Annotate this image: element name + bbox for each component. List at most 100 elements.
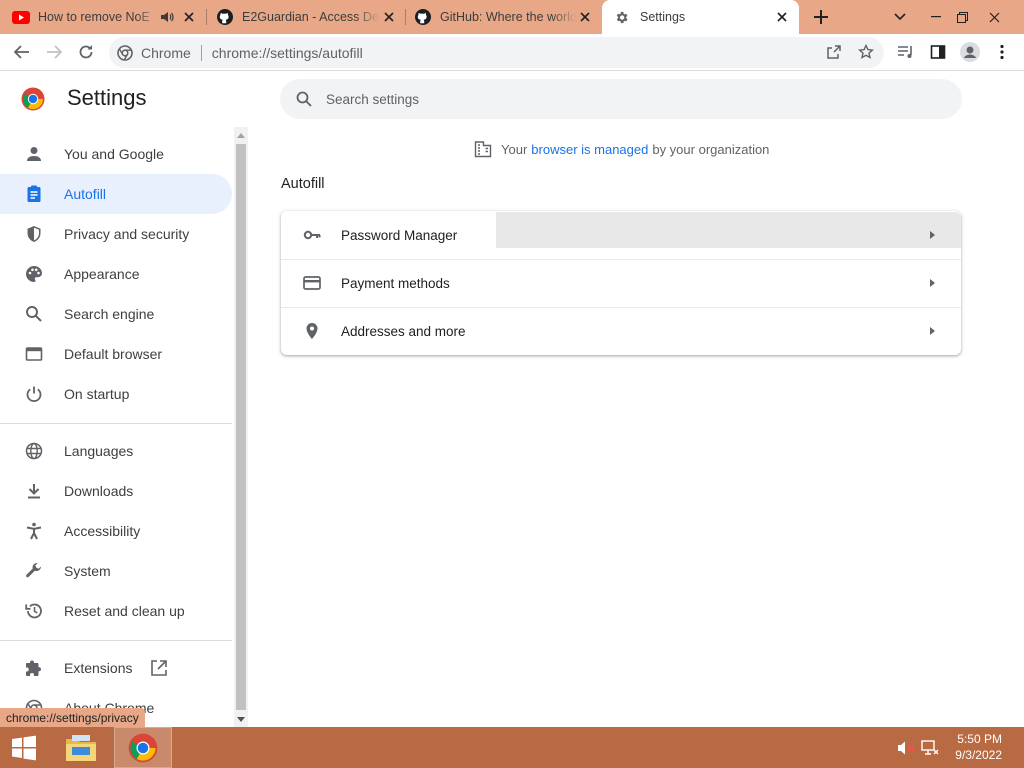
credit-card-icon <box>301 272 323 294</box>
tab-strip: How to remove NoE E2Guardian - Access De… <box>0 0 1024 34</box>
addresses-row[interactable]: Addresses and more <box>281 307 961 355</box>
minimize-icon <box>931 16 941 18</box>
link-status-bubble: chrome://settings/privacy <box>0 708 145 727</box>
shield-icon <box>23 223 45 245</box>
scrollbar-thumb[interactable] <box>236 144 246 710</box>
close-tab-icon[interactable] <box>380 8 398 26</box>
location-pin-icon <box>301 320 323 342</box>
arrow-right-icon <box>930 279 935 287</box>
avatar <box>960 42 980 62</box>
scroll-up-arrow[interactable] <box>237 133 245 138</box>
close-tab-icon[interactable] <box>180 8 198 26</box>
password-manager-row[interactable]: Password Manager <box>281 211 961 259</box>
key-icon <box>301 224 323 246</box>
sidebar-item-default-browser[interactable]: Default browser <box>0 334 232 374</box>
sidebar-item-label: Extensions <box>64 660 133 676</box>
bookmark-button[interactable] <box>852 38 880 66</box>
building-icon <box>473 139 493 159</box>
sidebar-item-label: You and Google <box>64 146 164 162</box>
search-input[interactable] <box>326 91 926 107</box>
tab-search-button[interactable] <box>889 0 911 34</box>
address-bar[interactable]: Chrome chrome://settings/autofill <box>109 37 884 68</box>
tab-title: Settings <box>640 10 686 24</box>
managed-suffix: by your organization <box>652 141 770 157</box>
settings-header: Settings <box>0 71 1024 127</box>
kebab-menu-icon <box>1000 44 1004 60</box>
sidebar-item-label: On startup <box>64 386 130 402</box>
menu-button[interactable] <box>988 38 1016 66</box>
github-icon <box>414 8 432 26</box>
sidebar-item-on-startup[interactable]: On startup <box>0 374 232 414</box>
tab-youtube[interactable]: How to remove NoE <box>12 0 204 34</box>
sidebar-scrollbar[interactable] <box>234 127 248 727</box>
sidebar-item-label: Appearance <box>64 266 140 282</box>
back-button[interactable] <box>8 38 36 66</box>
plus-icon <box>814 10 828 24</box>
close-tab-icon[interactable] <box>576 8 594 26</box>
sidebar-item-appearance[interactable]: Appearance <box>0 254 232 294</box>
media-queue-icon <box>898 46 912 58</box>
profile-button[interactable] <box>956 38 984 66</box>
payment-methods-row[interactable]: Payment methods <box>281 259 961 307</box>
page-title: Settings <box>67 85 147 110</box>
download-icon <box>23 480 45 502</box>
close-icon <box>989 12 999 22</box>
side-panel-button[interactable] <box>924 38 952 66</box>
sidebar-item-languages[interactable]: Languages <box>0 431 232 471</box>
youtube-icon <box>12 8 30 26</box>
volume-button[interactable] <box>894 727 918 768</box>
tab-github[interactable]: GitHub: Where the world <box>408 0 600 34</box>
sidebar-item-you-and-google[interactable]: You and Google <box>0 134 232 174</box>
sidebar-item-accessibility[interactable]: Accessibility <box>0 511 232 551</box>
sidebar-item-label: Languages <box>64 443 134 459</box>
media-controls-button[interactable] <box>892 38 920 66</box>
row-label: Addresses and more <box>341 323 466 339</box>
section-title: Autofill <box>281 176 325 192</box>
restore-icon <box>23 600 45 622</box>
chrome-taskbar-button[interactable] <box>114 727 172 768</box>
search-icon <box>23 303 45 325</box>
sidebar-item-search-engine[interactable]: Search engine <box>0 294 232 334</box>
autofill-card: Password Manager Payment methods Address… <box>281 211 961 355</box>
arrow-right-icon <box>930 327 935 335</box>
sidebar-item-downloads[interactable]: Downloads <box>0 471 232 511</box>
network-button[interactable] <box>918 727 942 768</box>
sidebar-item-privacy[interactable]: Privacy and security <box>0 214 232 254</box>
file-explorer-button[interactable] <box>56 727 106 768</box>
row-label: Payment methods <box>341 275 450 291</box>
close-window-button[interactable] <box>980 0 1008 34</box>
settings-search-box[interactable] <box>280 79 962 119</box>
sidebar-item-system[interactable]: System <box>0 551 232 591</box>
browser-toolbar: Chrome chrome://settings/autofill <box>0 34 1024 71</box>
close-tab-icon[interactable] <box>773 8 791 26</box>
url-text[interactable]: chrome://settings/autofill <box>212 45 363 61</box>
sidebar-item-autofill[interactable]: Autofill <box>0 174 232 214</box>
chevron-down-icon <box>894 13 906 21</box>
browser-window-icon <box>23 343 45 365</box>
windows-taskbar: 5:50 PM 9/3/2022 <box>0 727 1024 768</box>
restore-button[interactable] <box>948 0 976 34</box>
site-info-chip[interactable]: Chrome <box>117 45 191 61</box>
new-tab-button[interactable] <box>810 0 832 34</box>
scroll-down-arrow[interactable] <box>237 717 245 722</box>
puzzle-icon <box>23 657 45 679</box>
tab-settings[interactable]: Settings <box>602 0 799 34</box>
github-icon <box>216 8 234 26</box>
sidebar-item-label: System <box>64 563 111 579</box>
speaker-icon[interactable] <box>158 8 176 26</box>
forward-button[interactable] <box>40 38 68 66</box>
sidebar-item-extensions[interactable]: Extensions <box>0 648 232 688</box>
accessibility-icon <box>23 520 45 542</box>
volume-muted-icon <box>898 741 915 754</box>
minimize-button[interactable] <box>922 0 950 34</box>
managed-link[interactable]: browser is managed <box>531 142 648 157</box>
start-button[interactable] <box>0 727 48 768</box>
arrow-right-icon <box>47 45 62 59</box>
sidebar-item-reset[interactable]: Reset and clean up <box>0 591 232 631</box>
tab-e2guardian[interactable]: E2Guardian - Access Der <box>210 0 404 34</box>
restore-window-icon <box>956 11 968 23</box>
share-button[interactable] <box>820 38 848 66</box>
chrome-icon <box>117 44 133 61</box>
taskbar-clock[interactable]: 5:50 PM 9/3/2022 <box>955 731 1002 763</box>
reload-button[interactable] <box>72 38 100 66</box>
